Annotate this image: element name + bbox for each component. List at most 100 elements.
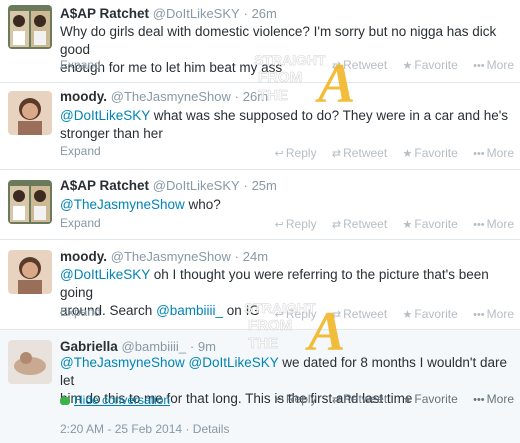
separator-dot: · — [243, 6, 248, 21]
retweet-icon: ⇄ — [331, 309, 342, 321]
favorite-button[interactable]: ★ Favorite — [403, 58, 458, 72]
favorite-label: Favorite — [414, 217, 458, 231]
reply-icon: ↩ — [274, 394, 284, 406]
retweet-button[interactable]: ⇄ Retweet — [332, 58, 387, 72]
user-handle[interactable]: @bambiiii_ — [122, 339, 187, 354]
mention-link[interactable]: @DoItLikeSKY — [60, 108, 150, 123]
reply-button[interactable]: ↩ Reply — [275, 392, 317, 406]
retweet-label: Retweet — [343, 392, 388, 406]
favorite-icon: ★ — [402, 394, 413, 406]
tweet-text-line: who? — [184, 197, 221, 212]
more-button[interactable]: ••• More — [473, 307, 514, 321]
user-handle[interactable]: @DoItLikeSKY — [153, 6, 240, 21]
favorite-label: Favorite — [414, 307, 458, 321]
more-icon: ••• — [473, 394, 485, 406]
reply-icon: ↩ — [274, 309, 284, 321]
tweet-header: moody. @TheJasmyneShow · 24m — [60, 249, 268, 264]
avatar[interactable] — [8, 340, 52, 384]
retweet-icon: ⇄ — [331, 148, 342, 160]
tweet-timestamp-row: 2:20 AM - 25 Feb 2014 · Details — [60, 422, 229, 436]
favorite-label: Favorite — [414, 392, 458, 406]
favorite-button[interactable]: ★ Favorite — [403, 217, 458, 231]
tweet-time[interactable]: 24m — [243, 249, 268, 264]
avatar[interactable] — [8, 5, 52, 49]
conversation-icon — [60, 396, 70, 405]
retweet-button[interactable]: ⇄ Retweet — [332, 307, 387, 321]
user-name[interactable]: moody. — [60, 249, 107, 264]
tweet-header: moody. @TheJasmyneShow · 26m — [60, 89, 268, 104]
avatar[interactable] — [8, 250, 52, 294]
favorite-icon: ★ — [402, 60, 413, 72]
tweet[interactable]: moody. @TheJasmyneShow · 24m @DoItLikeSK… — [0, 240, 520, 330]
retweet-button[interactable]: ⇄ Retweet — [332, 392, 387, 406]
details-link[interactable]: Details — [193, 422, 230, 436]
tweet-text: @TheJasmyneShow who? — [60, 196, 512, 214]
tweet[interactable]: A$AP Ratchet @DoItLikeSKY · 25m @TheJasm… — [0, 170, 520, 240]
tweet[interactable]: moody. @TheJasmyneShow · 26m @DoItLikeSK… — [0, 83, 520, 170]
user-name[interactable]: A$AP Ratchet — [60, 6, 149, 21]
tweet-actions: ↩ Reply ⇄ Retweet ★ Favorite ••• More — [263, 392, 514, 406]
hide-conversation-link[interactable]: Hide conversation — [60, 393, 170, 407]
expand-link[interactable]: Expand — [60, 216, 101, 230]
favorite-icon: ★ — [402, 309, 413, 321]
reply-label: Reply — [285, 392, 317, 406]
tweet-actions: ↩ Reply ⇄ Retweet ★ Favorite ••• More — [263, 217, 514, 231]
mention-link[interactable]: @bambiiii_ — [156, 303, 223, 318]
expand-link[interactable]: Expand — [60, 144, 101, 158]
more-icon: ••• — [473, 309, 485, 321]
tweet-time[interactable]: 26m — [243, 89, 268, 104]
user-handle[interactable]: @TheJasmyneShow — [111, 89, 231, 104]
reply-button[interactable]: ↩ Reply — [275, 217, 317, 231]
tweet-time[interactable]: 25m — [252, 178, 277, 193]
more-label: More — [486, 307, 514, 321]
reply-button[interactable]: ↩ Reply — [275, 146, 317, 160]
mention-link[interactable]: @TheJasmyneShow — [60, 355, 185, 370]
avatar[interactable] — [8, 91, 52, 135]
mention-link[interactable]: @DoItLikeSKY — [60, 267, 150, 282]
more-button[interactable]: ••• More — [473, 58, 514, 72]
more-button[interactable]: ••• More — [473, 146, 514, 160]
retweet-button[interactable]: ⇄ Retweet — [332, 217, 387, 231]
more-button[interactable]: ••• More — [473, 217, 514, 231]
favorite-icon: ★ — [402, 219, 413, 231]
user-name[interactable]: Gabriella — [60, 339, 118, 354]
separator-dot: · — [189, 339, 195, 354]
expand-link[interactable]: Expand — [60, 58, 101, 72]
avatar[interactable] — [8, 180, 52, 224]
separator-dot: · — [234, 249, 240, 264]
tweet-text-line: stronger than her — [60, 126, 163, 141]
favorite-label: Favorite — [414, 58, 458, 72]
tweet-time[interactable]: 26m — [252, 6, 277, 21]
user-handle[interactable]: @TheJasmyneShow — [111, 249, 231, 264]
more-label: More — [486, 217, 514, 231]
tweet-header: A$AP Ratchet @DoItLikeSKY · 26m — [60, 6, 277, 21]
reply-icon: ↩ — [274, 219, 284, 231]
tweet-timestamp[interactable]: 2:20 AM - 25 Feb 2014 — [60, 422, 182, 436]
user-name[interactable]: A$AP Ratchet — [60, 178, 149, 193]
retweet-label: Retweet — [343, 307, 388, 321]
tweet-time[interactable]: 9m — [198, 339, 216, 354]
more-button[interactable]: ••• More — [473, 392, 514, 406]
tweet-actions: ⇄ Retweet ★ Favorite ••• More — [320, 58, 514, 72]
hide-conversation-label: Hide conversation — [74, 393, 171, 407]
mention-link[interactable]: @TheJasmyneShow — [60, 197, 185, 212]
tweet-text: @DoItLikeSKY what was she supposed to do… — [60, 107, 512, 143]
favorite-icon: ★ — [402, 148, 413, 160]
retweet-label: Retweet — [343, 58, 388, 72]
separator-dot: · — [185, 422, 190, 436]
more-label: More — [486, 58, 514, 72]
user-handle[interactable]: @DoItLikeSKY — [153, 178, 240, 193]
favorite-button[interactable]: ★ Favorite — [403, 392, 458, 406]
favorite-button[interactable]: ★ Favorite — [403, 307, 458, 321]
reply-label: Reply — [285, 217, 317, 231]
favorite-label: Favorite — [414, 146, 458, 160]
reply-button[interactable]: ↩ Reply — [275, 307, 317, 321]
retweet-button[interactable]: ⇄ Retweet — [332, 146, 387, 160]
mention-link[interactable]: @DoItLikeSKY — [189, 355, 279, 370]
tweet[interactable]: A$AP Ratchet @DoItLikeSKY · 26m Why do g… — [0, 0, 520, 83]
tweet-text-line: Why do girls deal with domestic violence… — [60, 24, 497, 57]
favorite-button[interactable]: ★ Favorite — [403, 146, 458, 160]
reply-label: Reply — [285, 307, 317, 321]
user-name[interactable]: moody. — [60, 89, 107, 104]
expand-link[interactable]: Expand — [60, 305, 101, 319]
